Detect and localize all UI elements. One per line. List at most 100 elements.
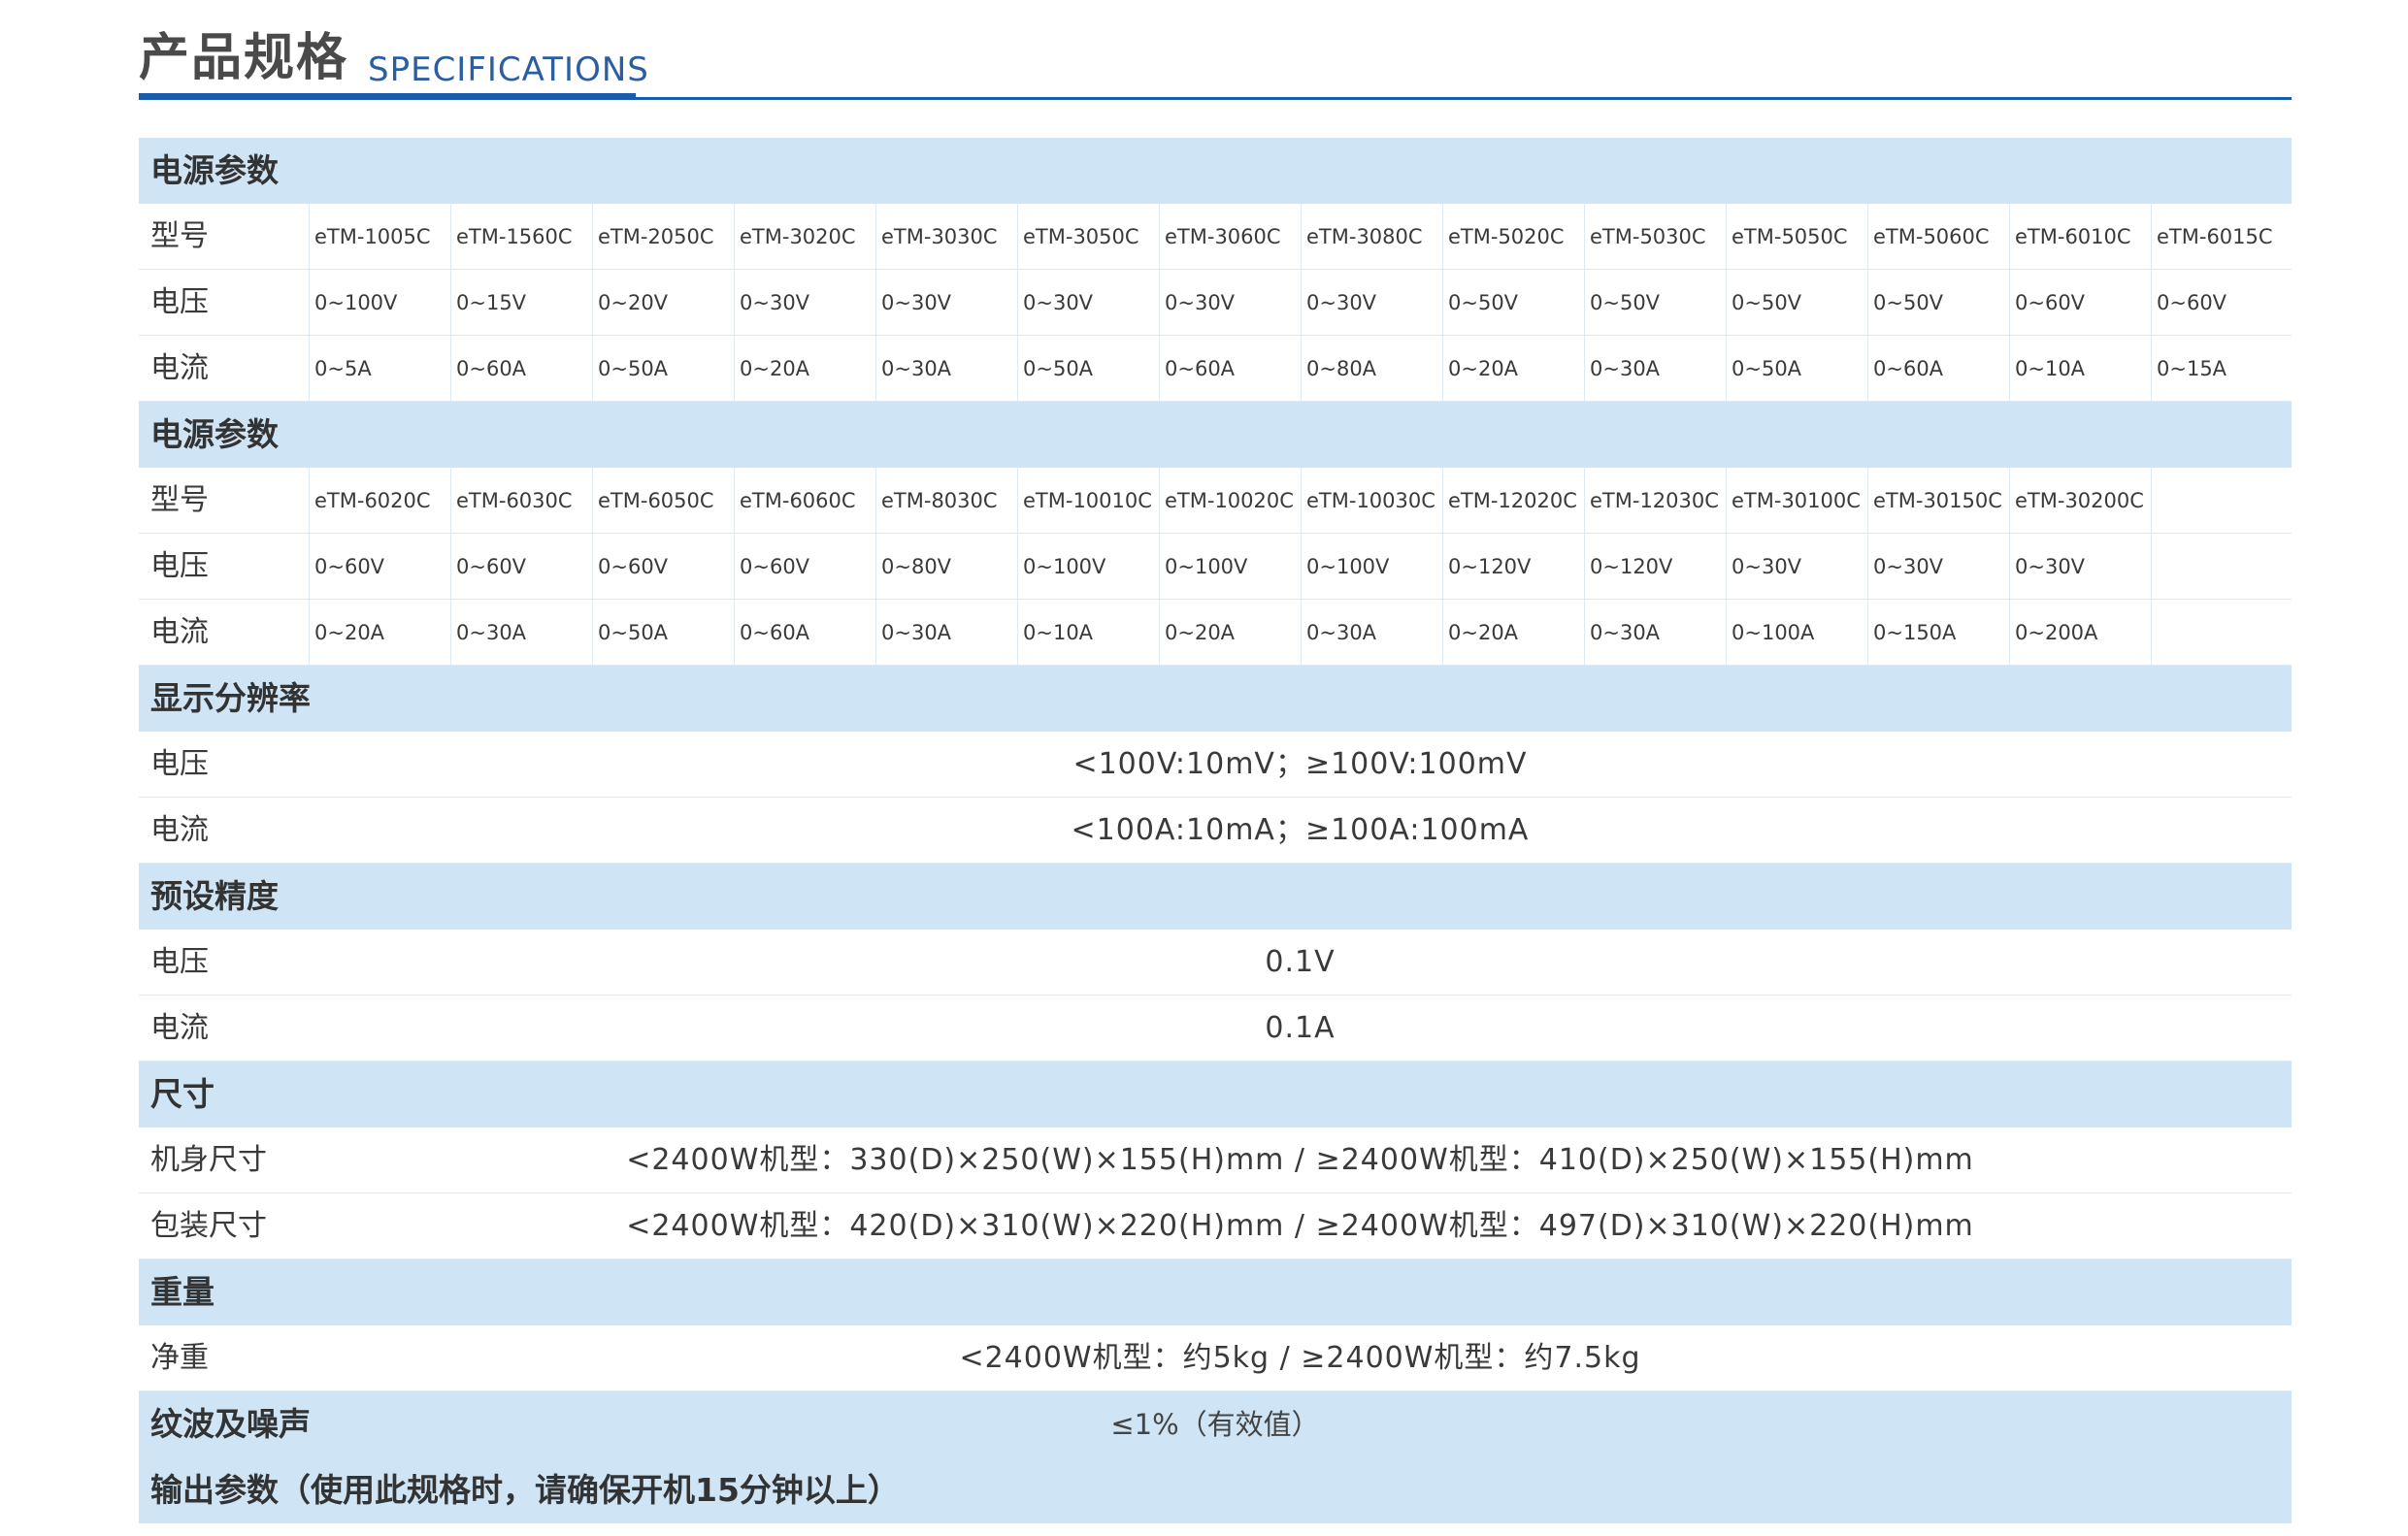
table-row-current-resolution: 电流 <100A:10mA；≥100A:100mA	[139, 798, 2292, 864]
table-cell: 0~100V	[309, 270, 450, 335]
row-cells: eTM-1005C eTM-1560C eTM-2050C eTM-3020C …	[309, 204, 2292, 269]
table-cell: 0~50V	[1867, 270, 2009, 335]
section-header-dimensions: 尺寸	[139, 1062, 2292, 1127]
table-cell: 0~30V	[1867, 534, 2009, 599]
table-row-current: 电流 0~20A 0~30A 0~50A 0~60A 0~30A 0~10A 0…	[139, 600, 2292, 666]
table-row-voltage: 电压 0~60V 0~60V 0~60V 0~60V 0~80V 0~100V …	[139, 534, 2292, 600]
table-cell: 0~30A	[1584, 336, 1726, 401]
row-value: 0.1V	[1265, 945, 1336, 979]
table-cell: eTM-5030C	[1584, 204, 1726, 269]
section-header-output-params: 输出参数（使用此规格时，请确保开机15分钟以上）	[139, 1457, 2292, 1523]
table-cell: 0~120V	[1584, 534, 1726, 599]
page-title: 产品规格	[139, 29, 349, 87]
row-label: 电流	[150, 813, 209, 847]
table-cell: eTM-6050C	[592, 468, 734, 533]
row-cells: 0~100V 0~15V 0~20V 0~30V 0~30V 0~30V 0~3…	[309, 270, 2292, 335]
table-cell: 0~20V	[592, 270, 734, 335]
table-cell: 0~60V	[2151, 270, 2292, 335]
table-cell: 0~50A	[592, 600, 734, 665]
table-cell: eTM-8030C	[875, 468, 1017, 533]
page-header: 产品规格 SPECIFICATIONS	[139, 27, 2292, 101]
section-title: 尺寸	[150, 1075, 214, 1113]
table-cell: 0~100V	[1159, 534, 1301, 599]
section-header-preset-accuracy: 预设精度	[139, 864, 2292, 930]
table-cell: eTM-5020C	[1442, 204, 1584, 269]
section-title: 电源参数	[150, 415, 279, 453]
table-cell: 0~15V	[450, 270, 592, 335]
table-row-current: 电流 0~5A 0~60A 0~50A 0~20A 0~30A 0~50A 0~…	[139, 336, 2292, 402]
table-cell: eTM-6010C	[2009, 204, 2151, 269]
table-cell: 0~50A	[1726, 336, 1867, 401]
table-cell: 0~60A	[450, 336, 592, 401]
spec-table: 电源参数 型号 eTM-1005C eTM-1560C eTM-2050C eT…	[139, 138, 2292, 1523]
table-cell: eTM-3020C	[734, 204, 875, 269]
table-cell: 0~60V	[592, 534, 734, 599]
table-cell: 0~80V	[875, 534, 1017, 599]
table-cell: 0~120V	[1442, 534, 1584, 599]
table-cell: 0~50A	[1017, 336, 1159, 401]
row-label: 型号	[150, 219, 209, 253]
row-label: 电流	[150, 1011, 209, 1045]
row-label: 机身尺寸	[150, 1143, 267, 1177]
table-cell: eTM-10010C	[1017, 468, 1159, 533]
table-cell: 0~30V	[1301, 270, 1442, 335]
table-cell: 0~10A	[2009, 336, 2151, 401]
table-cell: 0~30V	[1726, 534, 1867, 599]
section-title: 电源参数	[150, 151, 279, 189]
section-title: 输出参数（使用此规格时，请确保开机15分钟以上）	[150, 1471, 900, 1509]
row-label: 型号	[150, 483, 209, 517]
table-cell: 0~30A	[450, 600, 592, 665]
table-cell: 0~20A	[1442, 336, 1584, 401]
row-label: 电压	[150, 945, 209, 979]
table-row-voltage-accuracy: 电压 0.1V	[139, 930, 2292, 996]
table-cell: 0~50A	[592, 336, 734, 401]
table-cell: 0~60V	[450, 534, 592, 599]
table-cell: 0~30V	[1017, 270, 1159, 335]
row-cells: 0~20A 0~30A 0~50A 0~60A 0~30A 0~10A 0~20…	[309, 600, 2292, 665]
table-cell: 0~60V	[309, 534, 450, 599]
table-row-model: 型号 eTM-6020C eTM-6030C eTM-6050C eTM-606…	[139, 468, 2292, 534]
table-cell: 0~30A	[1584, 600, 1726, 665]
table-cell: eTM-6020C	[309, 468, 450, 533]
section-header-weight: 重量	[139, 1259, 2292, 1325]
table-cell: 0~100V	[1017, 534, 1159, 599]
table-cell: eTM-3080C	[1301, 204, 1442, 269]
table-cell: 0~20A	[1442, 600, 1584, 665]
row-value: <2400W机型：420(D)×310(W)×220(H)mm / ≥2400W…	[626, 1209, 1974, 1243]
table-cell: 0~20A	[1159, 600, 1301, 665]
table-cell: 0~30A	[875, 600, 1017, 665]
table-cell: eTM-12020C	[1442, 468, 1584, 533]
table-cell: 0~30V	[2009, 534, 2151, 599]
header-accent-bar	[139, 93, 636, 100]
row-cells: eTM-6020C eTM-6030C eTM-6050C eTM-6060C …	[309, 468, 2292, 533]
table-cell: eTM-6030C	[450, 468, 592, 533]
table-cell: 0~30V	[1159, 270, 1301, 335]
table-cell: 0~5A	[309, 336, 450, 401]
table-row-voltage-resolution: 电压 <100V:10mV；≥100V:100mV	[139, 732, 2292, 798]
row-value: <2400W机型：约5kg / ≥2400W机型：约7.5kg	[959, 1341, 1641, 1375]
table-cell: 0~200A	[2009, 600, 2151, 665]
table-cell: eTM-2050C	[592, 204, 734, 269]
table-cell: 0~20A	[734, 336, 875, 401]
table-cell: 0~100V	[1301, 534, 1442, 599]
table-cell: 0~30A	[1301, 600, 1442, 665]
table-cell: 0~15A	[2151, 336, 2292, 401]
table-cell: eTM-5060C	[1867, 204, 2009, 269]
table-cell: eTM-3060C	[1159, 204, 1301, 269]
table-cell: 0~60V	[734, 534, 875, 599]
table-cell: eTM-6015C	[2151, 204, 2292, 269]
table-cell: 0~30A	[875, 336, 1017, 401]
row-value: 0.1A	[1265, 1011, 1336, 1045]
table-cell: 0~30V	[875, 270, 1017, 335]
row-label: 电压	[150, 549, 209, 583]
table-cell: eTM-10020C	[1159, 468, 1301, 533]
table-cell: eTM-30150C	[1867, 468, 2009, 533]
table-cell: eTM-30200C	[2009, 468, 2151, 533]
section-header-power-params-2: 电源参数	[139, 402, 2292, 468]
table-cell: 0~50V	[1584, 270, 1726, 335]
table-row-current-accuracy: 电流 0.1A	[139, 996, 2292, 1062]
table-cell: 0~10A	[1017, 600, 1159, 665]
table-cell	[2151, 534, 2292, 599]
row-value: <100A:10mA；≥100A:100mA	[1071, 813, 1530, 847]
section-header-display-resolution: 显示分辨率	[139, 666, 2292, 732]
